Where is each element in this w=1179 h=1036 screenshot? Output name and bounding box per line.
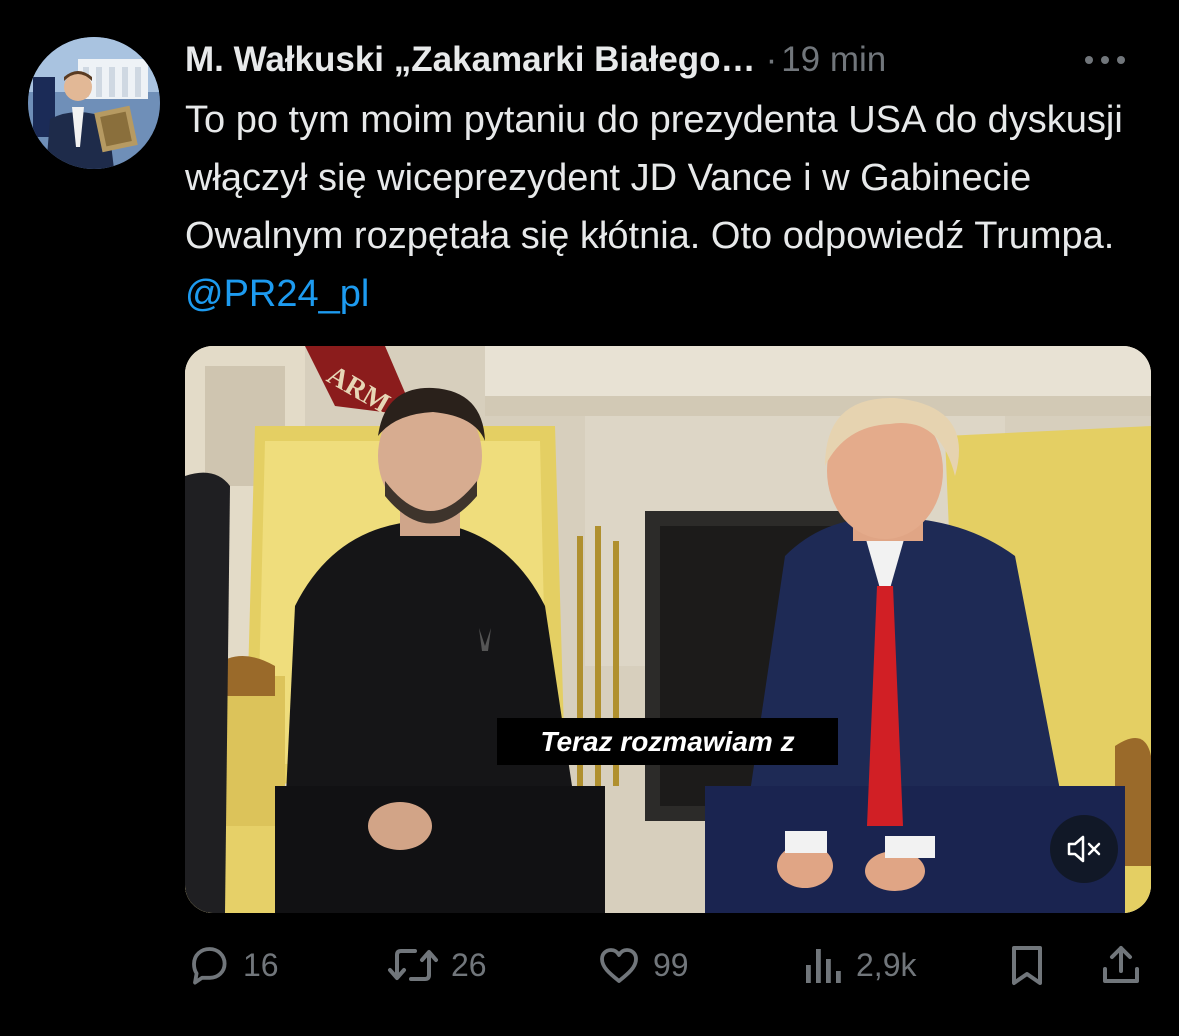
share-button[interactable] (1097, 935, 1145, 995)
repost-icon (388, 949, 438, 981)
bookmark-button[interactable] (1003, 935, 1051, 995)
tweet[interactable]: M. Wałkuski „Zakamarki Białego… · 19 min… (0, 0, 1179, 1036)
bookmark-icon (1012, 946, 1042, 985)
video-frame: ARM (185, 346, 1151, 913)
tweet-text: To po tym moim pytaniu do prezydenta USA… (185, 91, 1160, 323)
heart-icon (600, 948, 638, 983)
reply-icon (192, 947, 227, 985)
author-name[interactable]: M. Wałkuski „Zakamarki Białego… (185, 40, 756, 80)
separator-dot: · (765, 40, 778, 79)
video-caption: Teraz rozmawiam z (497, 718, 838, 765)
tweet-header: M. Wałkuski „Zakamarki Białego… · 19 min (185, 38, 1145, 82)
mention-link[interactable]: @PR24_pl (185, 273, 369, 315)
tweet-body: To po tym moim pytaniu do prezydenta USA… (185, 99, 1123, 257)
avatar[interactable] (28, 37, 160, 169)
mute-icon (1067, 835, 1101, 863)
avatar-image (28, 37, 160, 169)
video-player[interactable]: ARM (185, 346, 1151, 913)
repost-button[interactable]: 26 (385, 935, 487, 995)
like-button[interactable]: 99 (595, 935, 689, 995)
views-button[interactable]: 2,9k (802, 935, 916, 995)
share-icon (1103, 946, 1139, 983)
mute-button[interactable] (1050, 815, 1118, 883)
reply-count: 16 (243, 946, 279, 983)
more-icon (1085, 56, 1125, 64)
more-button[interactable] (1083, 38, 1127, 82)
repost-count: 26 (451, 946, 487, 983)
views-count: 2,9k (856, 946, 917, 983)
views-icon (806, 949, 841, 983)
timestamp[interactable]: 19 min (781, 40, 886, 80)
action-bar: 16 26 99 2,9k (185, 935, 1145, 995)
like-count: 99 (653, 946, 689, 983)
reply-button[interactable]: 16 (185, 935, 279, 995)
